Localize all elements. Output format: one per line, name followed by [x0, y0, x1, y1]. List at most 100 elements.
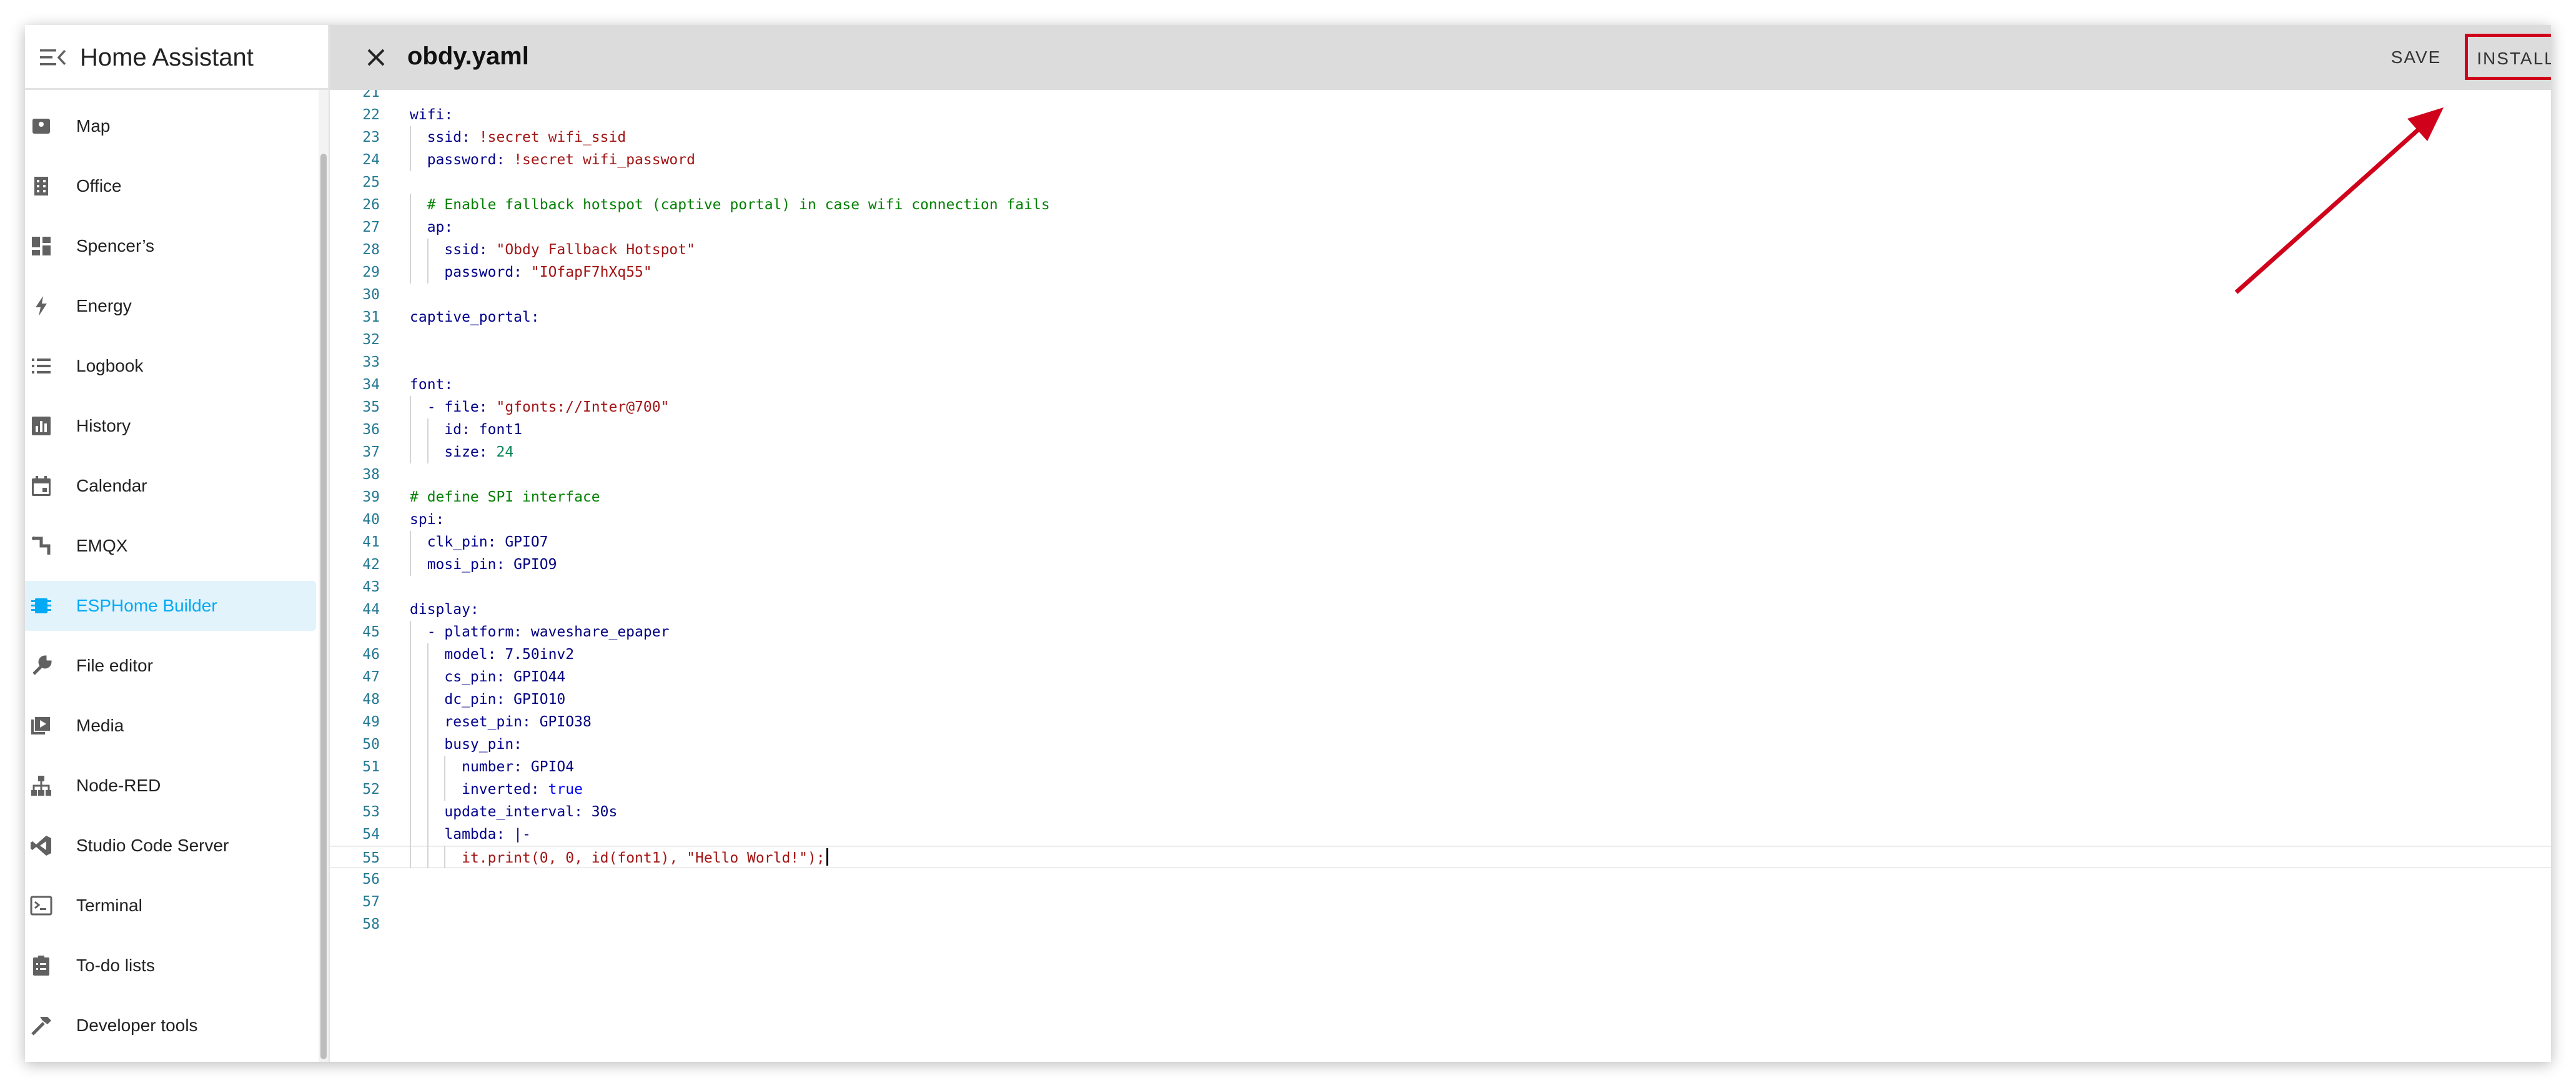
code-text: # Enable fallback hotspot (captive porta…: [410, 194, 1050, 216]
line-number: 50: [362, 736, 380, 753]
code-token: inverted: [462, 781, 531, 798]
line-number: 53: [362, 804, 380, 820]
menu-collapse-icon[interactable]: [34, 39, 71, 76]
code-text: size: 24: [410, 441, 513, 463]
code-line[interactable]: 25: [330, 171, 2551, 194]
sidebar-item-emqx[interactable]: EMQX: [25, 521, 316, 571]
code-line[interactable]: 55 it.print(0, 0, id(font1), "Hello Worl…: [330, 846, 2551, 868]
sidebar-item-history[interactable]: History: [25, 401, 316, 451]
code-text: number: GPIO4: [410, 756, 574, 778]
line-number: 32: [362, 332, 380, 348]
sidebar-item-energy[interactable]: Energy: [25, 281, 316, 331]
code-token: -: [410, 624, 445, 640]
dashboard-icon: [29, 234, 54, 259]
code-line[interactable]: 36 id: font1: [330, 418, 2551, 441]
code-editor[interactable]: 21 22 wifi: 23 ssid: !secret wifi_ssid 24 pa…: [330, 90, 2551, 1062]
code-line[interactable]: 35 - file: "gfonts://Inter@700": [330, 396, 2551, 418]
code-line[interactable]: 23 ssid: !secret wifi_ssid: [330, 126, 2551, 149]
code-line[interactable]: 40 spi:: [330, 508, 2551, 531]
code-line[interactable]: 42 mosi_pin: GPIO9: [330, 553, 2551, 576]
sidebar-item-media[interactable]: Media: [25, 701, 316, 751]
code-line[interactable]: 28 ssid: "Obdy Fallback Hotspot": [330, 239, 2551, 261]
code-token: "Obdy Fallback Hotspot": [496, 242, 695, 258]
sidebar-item-spencer-s[interactable]: Spencer’s: [25, 221, 316, 271]
sidebar-scrollbar-thumb[interactable]: [320, 154, 327, 1059]
close-icon[interactable]: [362, 44, 390, 71]
sidebar-item-label: Energy: [76, 296, 132, 315]
code-token: font: [410, 377, 445, 393]
code-line[interactable]: 58: [330, 913, 2551, 936]
office-building-icon: [29, 174, 54, 199]
code-line[interactable]: 39 # define SPI interface: [330, 486, 2551, 508]
sidebar-item-file-editor[interactable]: File editor: [25, 641, 316, 691]
code-line[interactable]: 49 reset_pin: GPIO38: [330, 711, 2551, 733]
sidebar-item-label: Developer tools: [76, 1016, 198, 1035]
code-token: :: [530, 309, 540, 325]
code-token: : GPIO38: [522, 714, 592, 730]
code-line[interactable]: 57: [330, 891, 2551, 913]
sidebar-item-studio-code-server[interactable]: Studio Code Server: [25, 821, 316, 871]
media-play-icon: [29, 713, 54, 738]
code-line[interactable]: 48 dc_pin: GPIO10: [330, 688, 2551, 711]
code-line[interactable]: 56: [330, 868, 2551, 891]
code-line[interactable]: 33: [330, 351, 2551, 373]
sidebar-item-map[interactable]: Map: [25, 101, 316, 151]
code-token: wifi: [410, 107, 445, 123]
code-line[interactable]: 38: [330, 463, 2551, 486]
code-line[interactable]: 37 size: 24: [330, 441, 2551, 463]
sidebar-item-label: Office: [76, 176, 122, 195]
install-button[interactable]: INSTALL: [2465, 34, 2551, 80]
code-line[interactable]: 54 lambda: |-: [330, 823, 2551, 846]
code-line[interactable]: 26 # Enable fallback hotspot (captive po…: [330, 194, 2551, 216]
sidebar-item-calendar[interactable]: Calendar: [25, 461, 316, 511]
code-token: : GPIO9: [496, 556, 557, 573]
code-line[interactable]: 51 number: GPIO4: [330, 756, 2551, 778]
code-line[interactable]: 27 ap:: [330, 216, 2551, 239]
code-line[interactable]: 53 update_interval: 30s: [330, 801, 2551, 823]
code-line[interactable]: 46 model: 7.50inv2: [330, 643, 2551, 666]
code-line[interactable]: 41 clk_pin: GPIO7: [330, 531, 2551, 553]
code-line[interactable]: 31 captive_portal:: [330, 306, 2551, 329]
sidebar-item-logbook[interactable]: Logbook: [25, 341, 316, 391]
code-token: : GPIO10: [496, 691, 566, 708]
code-token: ssid: [427, 129, 462, 146]
code-token: :: [435, 512, 445, 528]
code-line[interactable]: 30: [330, 284, 2551, 306]
code-line[interactable]: 21: [330, 90, 2551, 104]
code-line[interactable]: 24 password: !secret wifi_password: [330, 149, 2551, 171]
code-line[interactable]: 44 display:: [330, 598, 2551, 621]
code-line[interactable]: 50 busy_pin:: [330, 733, 2551, 756]
line-number: 54: [362, 826, 380, 843]
sidebar-item-terminal[interactable]: Terminal: [25, 881, 316, 931]
code-line[interactable]: 43: [330, 576, 2551, 598]
sidebar-item-office[interactable]: Office: [25, 161, 316, 211]
code-token: ap: [427, 219, 445, 235]
code-token: "gfonts://Inter@700": [496, 399, 670, 415]
code-text: - file: "gfonts://Inter@700": [410, 396, 670, 418]
line-number: 26: [362, 197, 380, 213]
indent-guide: [427, 643, 429, 868]
code-token: cs_pin: [444, 669, 497, 685]
code-token: -: [410, 399, 445, 415]
code-token: clk_pin: [427, 534, 488, 550]
sidebar-item-label: Media: [76, 716, 124, 735]
line-number: 56: [362, 871, 380, 888]
code-token: update_interval: [444, 804, 575, 820]
code-line[interactable]: 52 inverted: true: [330, 778, 2551, 801]
code-line[interactable]: 45 - platform: waveshare_epaper: [330, 621, 2551, 643]
save-button[interactable]: SAVE: [2385, 41, 2447, 74]
sidebar-item-developer-tools[interactable]: Developer tools: [25, 1001, 316, 1051]
code-line[interactable]: 29 password: "IOfapF7hXq55": [330, 261, 2551, 284]
line-number: 48: [362, 691, 380, 708]
code-line[interactable]: 32: [330, 329, 2551, 351]
code-line[interactable]: 47 cs_pin: GPIO44: [330, 666, 2551, 688]
code-text: password: !secret wifi_password: [410, 149, 695, 171]
code-line[interactable]: 34 font:: [330, 373, 2551, 396]
code-line[interactable]: 22 wifi:: [330, 104, 2551, 126]
sidebar-item-esphome-builder[interactable]: ESPHome Builder: [25, 581, 316, 631]
sidebar-item-to-do-lists[interactable]: To-do lists: [25, 941, 316, 991]
sidebar-item-node-red[interactable]: Node-RED: [25, 761, 316, 811]
